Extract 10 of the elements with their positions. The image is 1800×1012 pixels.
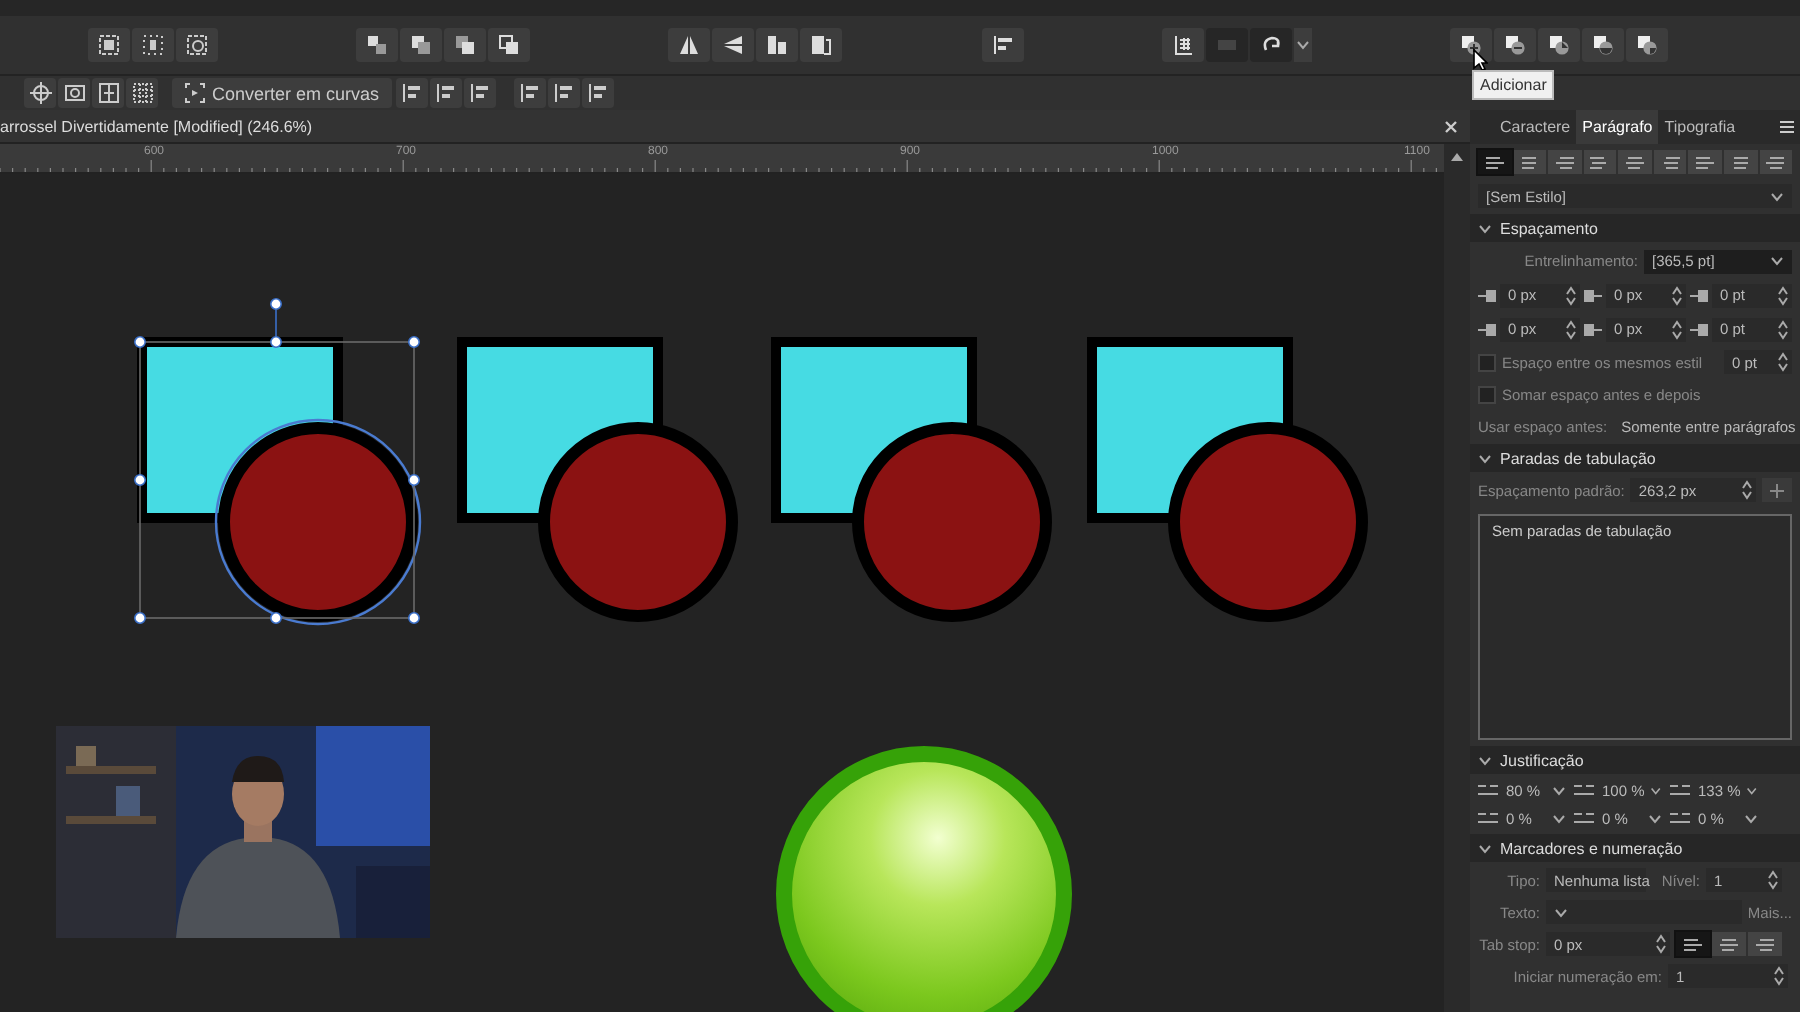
panel-tab[interactable]: Caractere — [1494, 110, 1577, 144]
section-header[interactable]: Marcadores e numeração — [1470, 834, 1800, 862]
section-header[interactable]: Espaçamento — [1470, 214, 1800, 242]
panel-tab[interactable]: Parágrafo — [1576, 110, 1659, 144]
tooltip: Adicionar — [1472, 70, 1555, 100]
convert-to-curves-button[interactable]: Converter em curvas — [172, 78, 392, 108]
panel-tab[interactable]: Tipografia — [1658, 110, 1742, 144]
document-title: arrossel Divertidamente [Modified] (246.6%) — [0, 117, 313, 135]
section-header[interactable]: Paradas de tabulação — [1470, 444, 1800, 472]
section-header[interactable]: Justificação — [1470, 746, 1800, 774]
